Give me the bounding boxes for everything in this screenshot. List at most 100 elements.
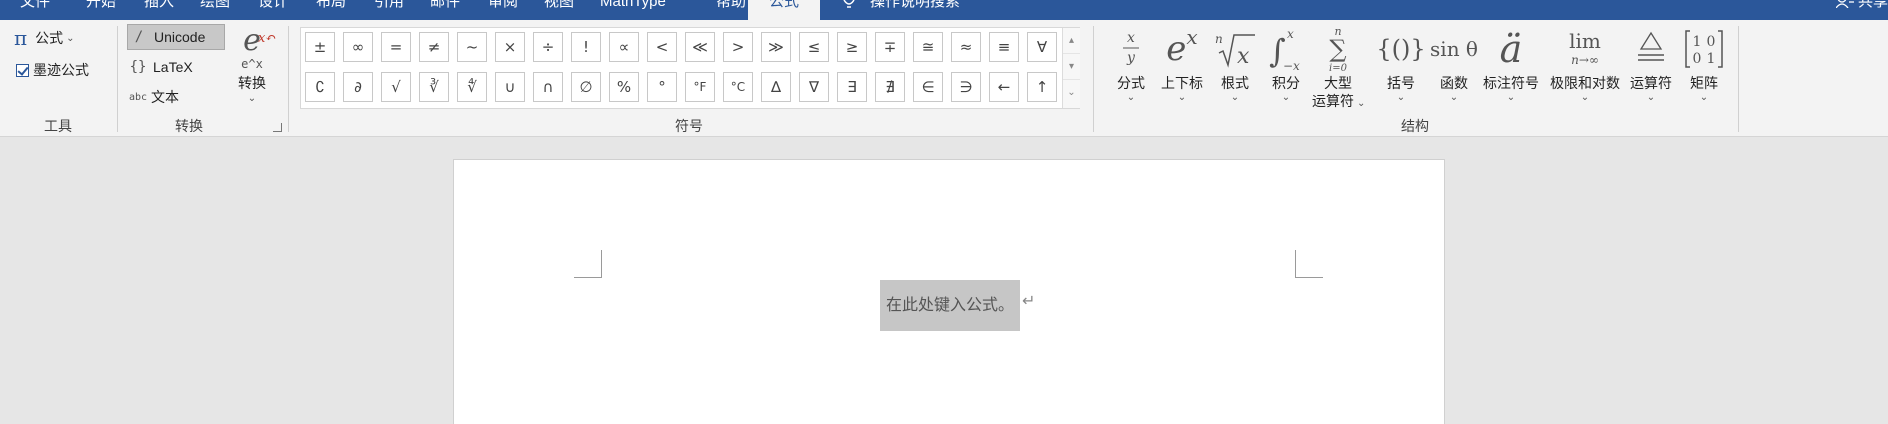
abc-icon: abc xyxy=(128,91,148,103)
symbol-button[interactable]: √ xyxy=(381,72,411,102)
symbol-button[interactable]: = xyxy=(381,32,411,62)
symbol-button[interactable]: ± xyxy=(305,32,335,62)
document-page[interactable]: 在此处键入公式。 ↵ xyxy=(453,159,1445,424)
group-divider xyxy=(117,26,118,132)
symbol-button[interactable]: °C xyxy=(723,72,753,102)
matrix-button[interactable]: 1001 矩阵 ⌄ xyxy=(1684,24,1724,104)
symbol-button[interactable]: ∃ xyxy=(837,72,867,102)
large-operator-button[interactable]: n ∑ i=0 大型 运算符 ⌄ xyxy=(1312,24,1365,113)
operator-label: 运算符 xyxy=(1630,75,1672,91)
checkbox-icon xyxy=(16,63,29,77)
latex-button[interactable]: {} LaTeX xyxy=(127,54,225,80)
symbol-button[interactable]: ∩ xyxy=(533,72,563,102)
operator-button[interactable]: 运算符 ⌄ xyxy=(1628,24,1674,104)
symbol-button[interactable]: ∪ xyxy=(495,72,525,102)
limit-log-button[interactable]: lim n→∞ 极限和对数 ⌄ xyxy=(1546,24,1624,104)
symbol-button[interactable]: ° xyxy=(647,72,677,102)
tab-help[interactable]: 帮助 xyxy=(716,0,746,20)
equation-button[interactable]: π 公式 ⌄ xyxy=(14,26,75,50)
symbol-button[interactable]: °F xyxy=(685,72,715,102)
symbol-button[interactable]: ≠ xyxy=(419,32,449,62)
symbol-button[interactable]: > xyxy=(723,32,753,62)
symbol-button[interactable]: ← xyxy=(989,72,1019,102)
equation-label: 公式 xyxy=(35,30,64,46)
ink-equation-button[interactable]: 墨迹公式 xyxy=(16,60,89,80)
tell-me-search[interactable]: 操作说明搜索 xyxy=(870,0,960,20)
operator-icon xyxy=(1628,24,1674,74)
unicode-button[interactable]: / Unicode xyxy=(127,24,225,50)
symbol-button[interactable]: ≥ xyxy=(837,32,867,62)
gallery-expand-icon[interactable]: ⌄ xyxy=(1063,80,1080,106)
scroll-up-icon[interactable]: ▴ xyxy=(1063,28,1080,54)
tab-draw[interactable]: 绘图 xyxy=(200,0,230,20)
symbol-button[interactable]: ÷ xyxy=(533,32,563,62)
symbol-button[interactable]: ≅ xyxy=(913,32,943,62)
tab-mailings[interactable]: 邮件 xyxy=(430,0,460,20)
symbol-button[interactable]: ∓ xyxy=(875,32,905,62)
symbol-button[interactable]: ∂ xyxy=(343,72,373,102)
symbol-button[interactable]: ∞ xyxy=(343,32,373,62)
symbol-button[interactable]: ∜ xyxy=(457,72,487,102)
symbol-button[interactable]: × xyxy=(495,32,525,62)
symbol-button[interactable]: ≪ xyxy=(685,32,715,62)
share-button[interactable]: 共享 xyxy=(1835,0,1888,9)
integral-button[interactable]: ∫ x −x 积分 ⌄ xyxy=(1266,24,1306,104)
symbol-button[interactable]: ∆ xyxy=(761,72,791,102)
function-button[interactable]: sin θ 函数 ⌄ xyxy=(1430,24,1478,104)
tab-layout[interactable]: 布局 xyxy=(316,0,346,20)
symbol-button[interactable]: ~ xyxy=(457,32,487,62)
tab-view[interactable]: 视图 xyxy=(544,0,574,20)
equation-placeholder[interactable]: 在此处键入公式。 xyxy=(880,280,1020,331)
svg-text:y: y xyxy=(1126,50,1136,66)
text-button[interactable]: abc 文本 xyxy=(127,84,225,110)
symbol-button[interactable]: ∅ xyxy=(571,72,601,102)
symbol-button[interactable]: ∝ xyxy=(609,32,639,62)
tab-home[interactable]: 开始 xyxy=(86,0,116,20)
symbol-button[interactable]: ∄ xyxy=(875,72,905,102)
radical-button[interactable]: nx 根式 ⌄ xyxy=(1212,24,1258,104)
chevron-down-icon: ⌄ xyxy=(1646,92,1656,103)
symbol-button[interactable]: < xyxy=(647,32,677,62)
ribbon: π 公式 ⌄ 墨迹公式 工具 / Unicode {} LaTeX abc 文本… xyxy=(0,20,1888,137)
script-button[interactable]: ex 上下标 ⌄ xyxy=(1156,24,1208,104)
fraction-button[interactable]: xy 分式 ⌄ xyxy=(1114,24,1148,104)
accent-label: 标注符号 xyxy=(1483,75,1539,91)
fraction-icon: xy xyxy=(1114,24,1148,74)
chevron-down-icon: ⌄ xyxy=(1126,92,1136,103)
bracket-icon: {()} xyxy=(1376,35,1426,63)
convert-button[interactable]: e x↶ e^x 转换 ⌄ xyxy=(232,24,276,114)
tab-file[interactable]: 文件 xyxy=(20,0,50,20)
dialog-launcher-icon[interactable] xyxy=(273,123,282,132)
tab-equation[interactable]: 公式 xyxy=(748,0,820,20)
tab-design[interactable]: 设计 xyxy=(258,0,288,20)
symbol-button[interactable]: ↑ xyxy=(1027,72,1057,102)
tab-insert[interactable]: 插入 xyxy=(144,0,174,20)
scroll-down-icon[interactable]: ▾ xyxy=(1063,54,1080,80)
chevron-down-icon: ⌄ xyxy=(66,32,75,44)
symbol-button[interactable]: ∀ xyxy=(1027,32,1057,62)
tab-references[interactable]: 引用 xyxy=(374,0,404,20)
paragraph-mark: ↵ xyxy=(1022,293,1036,310)
bracket-button[interactable]: {()} 括号 ⌄ xyxy=(1376,24,1426,104)
integral-label: 积分 xyxy=(1272,75,1300,91)
summation-icon: n ∑ i=0 xyxy=(1312,24,1364,74)
symbol-button[interactable]: ∇ xyxy=(799,72,829,102)
accent-button[interactable]: ä 标注符号 ⌄ xyxy=(1482,24,1540,104)
fraction-label: 分式 xyxy=(1117,75,1145,91)
script-label: 上下标 xyxy=(1161,75,1203,91)
symbol-button[interactable]: ! xyxy=(571,32,601,62)
symbol-button[interactable]: ≤ xyxy=(799,32,829,62)
tab-review[interactable]: 审阅 xyxy=(488,0,518,20)
chevron-down-icon: ⌄ xyxy=(1699,92,1709,103)
symbol-button[interactable]: ∈ xyxy=(913,72,943,102)
symbol-button[interactable]: ≡ xyxy=(989,32,1019,62)
bracket-label: 括号 xyxy=(1387,75,1415,91)
symbol-button[interactable]: ∋ xyxy=(951,72,981,102)
tab-mathtype[interactable]: MathType xyxy=(600,0,666,20)
symbol-button[interactable]: ≈ xyxy=(951,32,981,62)
symbol-button[interactable]: ∁ xyxy=(305,72,335,102)
symbol-button[interactable]: % xyxy=(609,72,639,102)
symbol-button[interactable]: ∛ xyxy=(419,72,449,102)
symbol-button[interactable]: ≫ xyxy=(761,32,791,62)
group-label-symbols: 符号 xyxy=(675,118,703,134)
